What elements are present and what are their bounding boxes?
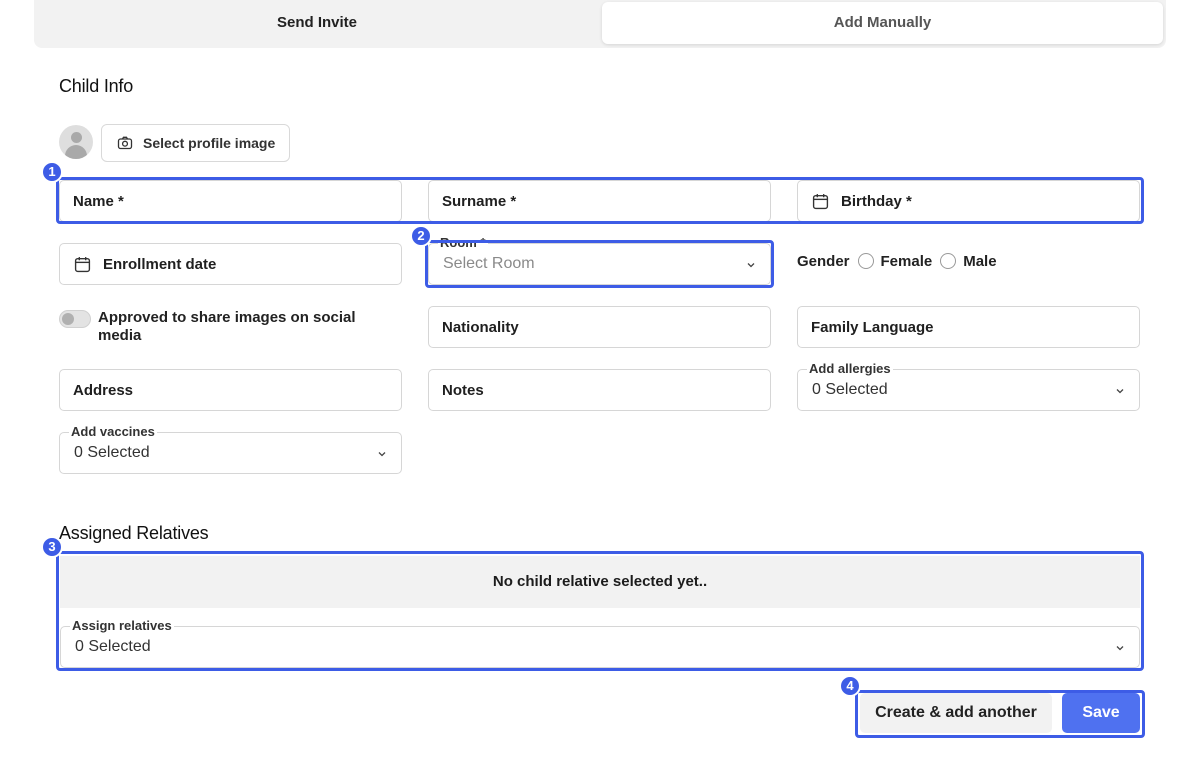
tab-add-manually[interactable]: Add Manually xyxy=(602,2,1163,44)
gender-label: Gender xyxy=(797,252,850,270)
room-select[interactable]: Room * Select Room xyxy=(428,236,771,285)
allergies-legend: Add allergies xyxy=(807,361,893,376)
share-images-label-line1: Approved to share images on social xyxy=(98,309,356,326)
room-placeholder: Select Room xyxy=(443,255,535,272)
chevron-down-icon xyxy=(1116,646,1124,651)
calendar-icon xyxy=(812,193,829,209)
tab-send-invite[interactable]: Send Invite xyxy=(34,2,600,44)
notes-label: Notes xyxy=(442,381,484,399)
family-language-label: Family Language xyxy=(811,318,934,336)
surname-field[interactable]: Surname * xyxy=(428,180,771,222)
enrollment-date-label: Enrollment date xyxy=(103,255,217,273)
step-badge-4: 4 xyxy=(839,675,861,697)
calendar-icon xyxy=(74,256,91,272)
tab-bar: Send Invite Add Manually xyxy=(34,0,1166,48)
name-field[interactable]: Name * xyxy=(59,180,402,222)
step-badge-1: 1 xyxy=(41,161,63,183)
vaccines-legend: Add vaccines xyxy=(69,424,157,439)
gender-male-radio[interactable] xyxy=(940,253,957,269)
family-language-field[interactable]: Family Language xyxy=(797,306,1140,348)
surname-label: Surname * xyxy=(442,192,517,210)
assign-relatives-legend: Assign relatives xyxy=(70,618,174,633)
select-profile-image-button[interactable]: Select profile image xyxy=(101,124,290,162)
address-label: Address xyxy=(73,381,134,399)
step-badge-2: 2 xyxy=(410,225,432,247)
avatar-body-shape xyxy=(65,145,87,159)
avatar-head-shape xyxy=(71,132,82,143)
share-images-toggle[interactable] xyxy=(59,310,91,328)
chevron-down-icon xyxy=(747,263,755,268)
birthday-field[interactable]: Birthday * xyxy=(797,180,1140,222)
toggle-knob xyxy=(62,313,74,325)
room-legend: Room * xyxy=(438,235,488,250)
enrollment-date-field[interactable]: Enrollment date xyxy=(59,243,402,285)
share-images-label: Approved to share images on social media xyxy=(98,309,398,345)
nationality-field[interactable]: Nationality xyxy=(428,306,771,348)
assigned-relatives-title: Assigned Relatives xyxy=(59,523,209,543)
gender-male-label: Male xyxy=(963,252,997,270)
gender-female-label: Female xyxy=(880,252,933,270)
allergies-value: 0 Selected xyxy=(812,381,888,398)
nationality-label: Nationality xyxy=(442,318,519,336)
notes-field[interactable]: Notes xyxy=(428,369,771,411)
birthday-label: Birthday * xyxy=(841,192,912,210)
chevron-down-icon xyxy=(1116,389,1124,394)
vaccines-value: 0 Selected xyxy=(74,444,150,461)
allergies-select[interactable]: Add allergies 0 Selected xyxy=(797,362,1140,411)
camera-icon xyxy=(117,136,133,150)
step-badge-3: 3 xyxy=(41,536,63,558)
assign-relatives-select[interactable]: Assign relatives 0 Selected xyxy=(60,619,1140,668)
select-profile-image-label: Select profile image xyxy=(143,135,276,151)
name-label: Name * xyxy=(73,192,124,210)
chevron-down-icon xyxy=(378,452,386,457)
share-images-label-line2: media xyxy=(98,327,142,344)
gender-female-radio[interactable] xyxy=(857,253,874,269)
no-relatives-message: No child relative selected yet.. xyxy=(60,556,1140,608)
vaccines-select[interactable]: Add vaccines 0 Selected xyxy=(59,425,402,474)
address-field[interactable]: Address xyxy=(59,369,402,411)
create-and-add-another-button[interactable]: Create & add another xyxy=(860,693,1052,733)
child-info-title: Child Info xyxy=(59,76,134,96)
avatar xyxy=(59,125,93,159)
assign-relatives-value: 0 Selected xyxy=(75,638,151,655)
save-button[interactable]: Save xyxy=(1062,693,1140,733)
gender-group: Gender Female Male xyxy=(797,251,997,271)
